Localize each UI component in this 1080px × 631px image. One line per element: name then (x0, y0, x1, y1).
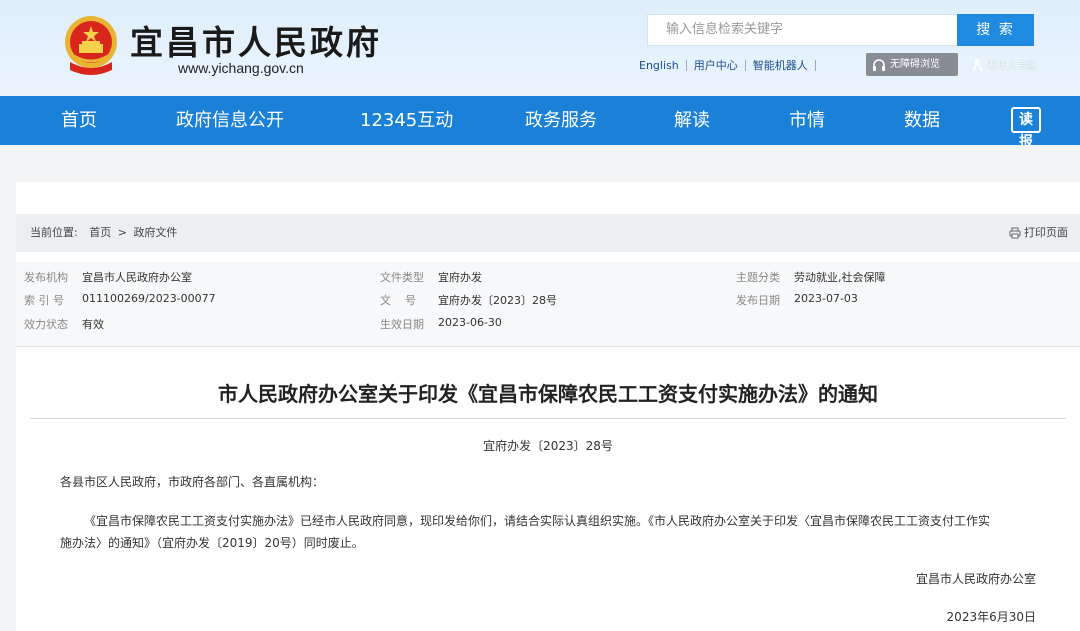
printer-icon (1009, 227, 1021, 239)
accessibility-label: 无障碍浏览 (890, 59, 940, 70)
elder-zone-label: 老年人专区 (987, 61, 1037, 72)
body-paragraph-line-1: 《宜昌市保障农民工工资支付实施办法》已经市人民政府同意，现印发给你们，请结合实际… (84, 514, 991, 528)
document-metadata: 发布机构 宜昌市人民政府办公室 文件类型 宜府办发 主题分类 劳动就业,社会保障 索 … (16, 262, 1080, 346)
meta-doc-number: 文 号宜府办发〔2023〕28号 (380, 294, 557, 307)
meta-index-number: 索 引 号 011100269/2023-00077 (24, 292, 216, 307)
signatory: 宜昌市人民政府办公室 (915, 572, 1036, 586)
body-paragraph-line-2: 施办法〉的通知》（宜府办发〔2019〕20号）同时废止。 (60, 536, 364, 550)
english-link[interactable]: English (632, 59, 686, 72)
site-domain: www.yichang.gov.cn (178, 60, 304, 76)
breadcrumb-current[interactable]: 政府文件 (133, 226, 177, 239)
nav-item-city-info[interactable]: 市情 (789, 96, 825, 145)
elder-person-icon (973, 58, 983, 71)
breadcrumb-home[interactable]: 首页 (89, 226, 111, 239)
site-header: 宜昌市人民政府 www.yichang.gov.cn 输入信息检索关键字 搜 索… (0, 0, 1080, 96)
document-date: 2023年6月30日 (946, 610, 1036, 624)
search-button[interactable]: 搜 索 (957, 14, 1034, 46)
national-emblem-icon (65, 16, 117, 75)
print-page-button[interactable]: 打印页面 (1009, 214, 1068, 252)
read-paper-button[interactable]: 读报 (1011, 107, 1041, 150)
document-number: 宜府办发〔2023〕28号 (483, 439, 613, 453)
site-name[interactable]: 宜昌市人民政府 (130, 16, 382, 64)
elder-zone-link[interactable]: 老年人专区 (970, 57, 1037, 72)
meta-validity: 效力状态 有效 (24, 318, 104, 331)
meta-publisher: 发布机构 宜昌市人民政府办公室 (24, 271, 192, 284)
nav-item-services[interactable]: 政务服务 (525, 96, 597, 145)
top-links: English 用户中心 智能机器人 (632, 56, 816, 74)
nav-item-home[interactable]: 首页 (61, 96, 97, 145)
search-input[interactable]: 输入信息检索关键字 (647, 14, 957, 46)
divider (814, 59, 816, 71)
salutation: 各县市区人民政府，市政府各部门、各直属机构： (60, 475, 325, 489)
document-title: 市人民政府办公室关于印发《宜昌市保障农民工工资支付实施办法》的通知 (218, 382, 878, 406)
accessibility-button[interactable]: 无障碍浏览 (866, 53, 958, 76)
main-nav: 首页 政府信息公开 12345互动 政务服务 解读 市情 数据 (0, 96, 1080, 145)
meta-topic: 主题分类 劳动就业,社会保障 (736, 271, 886, 284)
breadcrumb-separator: > (117, 226, 127, 239)
breadcrumb-label: 当前位置: (30, 226, 78, 239)
breadcrumb: 当前位置: 首页 > 政府文件 打印页面 (16, 214, 1080, 252)
divider (16, 346, 1080, 347)
nav-item-data[interactable]: 数据 (904, 96, 940, 145)
nav-item-interpretation[interactable]: 解读 (674, 96, 710, 145)
user-center-link[interactable]: 用户中心 (687, 57, 745, 73)
meta-file-type: 文件类型 宜府办发 (380, 271, 482, 284)
headphones-icon (873, 58, 885, 71)
nav-item-12345[interactable]: 12345互动 (360, 96, 453, 145)
title-divider (30, 418, 1066, 419)
nav-item-gov-info[interactable]: 政府信息公开 (176, 96, 284, 145)
meta-effective-date: 生效日期 2023-06-30 (380, 316, 502, 331)
smart-robot-link[interactable]: 智能机器人 (746, 57, 815, 73)
meta-publish-date: 发布日期 2023-07-03 (736, 292, 858, 307)
print-label: 打印页面 (1024, 226, 1068, 239)
